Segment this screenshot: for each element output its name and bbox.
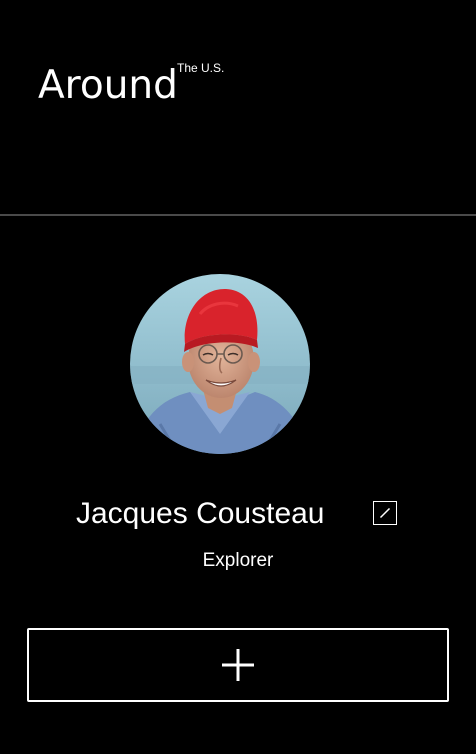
logo-superscript: The U.S. xyxy=(177,61,225,75)
profile-name-row: Jacques Cousteau xyxy=(0,494,476,536)
profile-avatar[interactable] xyxy=(130,274,310,454)
profile-role: Explorer xyxy=(202,550,274,571)
logo-text: Around xyxy=(38,63,178,108)
pencil-icon xyxy=(379,507,391,519)
header-divider xyxy=(0,214,476,216)
avatar-photo-icon xyxy=(130,274,310,454)
add-place-button[interactable] xyxy=(27,628,449,702)
header: Around The U.S. xyxy=(0,0,476,215)
profile-name: Jacques Cousteau xyxy=(76,497,325,530)
plus-icon xyxy=(222,649,254,681)
edit-profile-button[interactable] xyxy=(373,501,397,525)
